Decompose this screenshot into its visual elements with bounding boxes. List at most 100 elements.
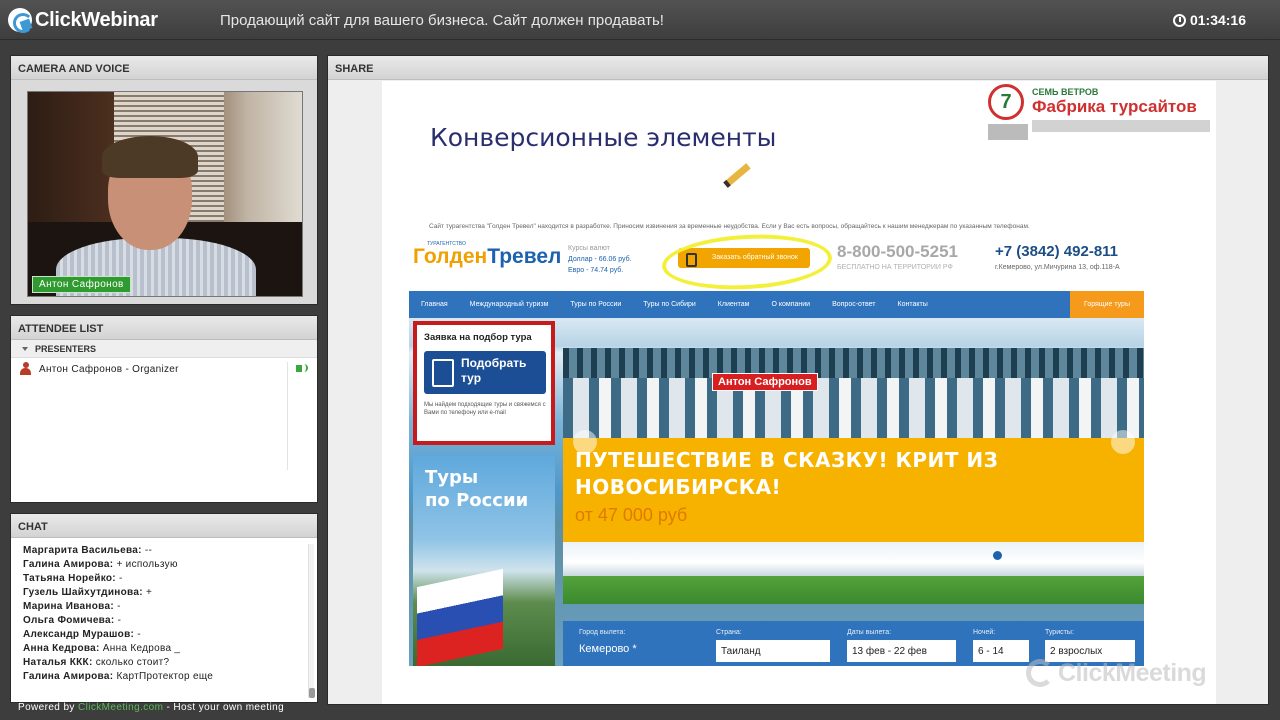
choose-tour-button: Подобрать тур [424, 351, 546, 394]
site-nav: Главная Международный туризм Туры по Рос… [409, 291, 1144, 318]
column-divider [287, 362, 288, 470]
camera-panel: CAMERA AND VOICE Антон Сафронов [10, 55, 318, 305]
chat-text: - [119, 573, 123, 584]
presenter-video[interactable] [27, 91, 303, 297]
rate-eur-value: - 74.74 руб. [586, 267, 624, 274]
phone-local: +7 (3842) 492-811 [995, 243, 1119, 260]
site-address: г.Кемерово, ул.Мичурина 13, оф.118-А [995, 264, 1120, 271]
chat-panel-header: CHAT [11, 514, 317, 538]
clickmeeting-watermark: ClickMeeting [1026, 659, 1207, 688]
chat-message: Гузель Шайхутдинова: + [23, 586, 317, 600]
clock-icon [1172, 13, 1186, 27]
clickmeeting-link[interactable]: ClickMeeting.com [78, 702, 163, 713]
attendee-row[interactable]: Антон Сафронов - Organizer [11, 358, 317, 380]
country-field: Таиланд [716, 640, 830, 662]
chat-author: Наталья ККК: [23, 657, 93, 668]
tour-request-note: Мы найдем подходящие туры и свяжемся с В… [424, 402, 546, 416]
chat-message: Наталья ККК: сколько стоит? [23, 656, 317, 670]
chat-author: Марина Иванова: [23, 601, 114, 612]
clickmeeting-logo-icon [1026, 659, 1054, 687]
brand-decoration [988, 124, 1028, 140]
logo-part-a: Голден [413, 245, 488, 268]
nights-label: Ночей: [973, 629, 996, 636]
speaker-icon[interactable] [296, 364, 308, 372]
person-icon [20, 362, 31, 375]
currency-rates: Курсы валют Доллар - 66.06 руб. Евро - 7… [568, 243, 632, 276]
chat-message: Галина Амирова: + использую [23, 558, 317, 572]
site-nav-item: Туры по Сибири [643, 301, 696, 308]
chat-message: Татьяна Норейко: - [23, 572, 317, 586]
chat-text: сколько стоит? [95, 657, 170, 668]
camera-panel-header: CAMERA AND VOICE [11, 56, 317, 80]
chat-panel: CHAT Маргарита Васильева: -- Галина Амир… [10, 513, 318, 703]
slide-title: Конверсионные элементы [430, 123, 777, 152]
pencil-icon [723, 163, 751, 188]
slider-dot-icon [993, 551, 1002, 560]
chat-author: Анна Кедрова: [23, 643, 100, 654]
share-panel-header: SHARE [328, 56, 1268, 80]
presenter-name-tag: Антон Сафронов [32, 276, 131, 293]
tour-request-box: Заявка на подбор тура Подобрать тур Мы на… [413, 321, 555, 445]
chat-author: Гузель Шайхутдинова: [23, 587, 143, 598]
session-timer: 01:34:16 [1172, 12, 1246, 28]
site-nav-item: Главная [421, 301, 448, 308]
banner-grass [563, 576, 1144, 604]
tour-request-title: Заявка на подбор тура [424, 332, 532, 343]
site-nav-item: Контакты [897, 301, 928, 308]
footer-prefix: Powered by [18, 702, 75, 713]
chat-text: КартПротектор еще [116, 671, 214, 682]
footer-suffix: - Host your own meeting [166, 702, 285, 713]
brand-name: Фабрика турсайтов [1032, 97, 1197, 116]
from-label: Город вылета: [579, 629, 626, 636]
chat-message: Галина Амирова: КартПротектор еще [23, 670, 317, 684]
webinar-title: Продающий сайт для вашего бизнеса. Сайт … [220, 12, 664, 29]
choose-tour-l1: Подобрать [461, 356, 527, 370]
chat-author: Маргарита Васильева: [23, 545, 142, 556]
chat-text: -- [144, 545, 153, 556]
banner-sky [563, 542, 1144, 576]
promo-line-1: ПУТЕШЕСТВИЕ В СКАЗКУ! КРИТ ИЗ [575, 448, 999, 472]
presenter-pointer-label: Антон Сафронов [712, 373, 818, 391]
russia-tours-box: Туры по России [413, 454, 555, 666]
chat-author: Ольга Фомичева: [23, 615, 115, 626]
top-bar: ClickWebinar Продающий сайт для вашего б… [0, 0, 1280, 40]
slider-prev-arrow-icon [573, 430, 597, 454]
app-brand: ClickWebinar [35, 8, 158, 31]
dates-field: 13 фев - 22 фев [847, 640, 956, 662]
chat-text: - [117, 601, 121, 612]
promo-line-2: НОВОСИБИРСКА! [575, 475, 782, 499]
footer: Powered by ClickMeeting.com - Host your … [18, 702, 284, 713]
chat-scrollbar[interactable] [308, 544, 315, 698]
rate-eur-label: Евро [568, 267, 585, 274]
russia-tours-title: Туры по России [425, 466, 528, 512]
phone-free: 8-800-500-5251 [837, 242, 958, 261]
chat-message: Александр Мурашов: - [23, 628, 317, 642]
chat-messages: Маргарита Васильева: -- Галина Амирова: … [11, 538, 317, 703]
brand-decoration [1032, 120, 1210, 132]
site-banner: ПУТЕШЕСТВИЕ В СКАЗКУ! КРИТ ИЗ НОВОСИБИРС… [409, 318, 1144, 666]
watermark-text: ClickMeeting [1058, 659, 1207, 687]
presenters-group-toggle[interactable]: PRESENTERS [11, 340, 317, 358]
clickwebinar-logo-icon [8, 8, 33, 33]
from-value: Кемерово * [579, 643, 637, 655]
chat-text: - [137, 629, 141, 640]
fabrika-logo-icon: 7 [988, 84, 1024, 120]
chat-author: Александр Мурашов: [23, 629, 135, 640]
attendee-panel: ATTENDEE LIST PRESENTERS Антон Сафронов … [10, 315, 318, 503]
country-label: Страна: [716, 629, 742, 636]
russia-l2: по России [425, 490, 529, 511]
promo-price: от 47 000 руб [575, 505, 688, 525]
chat-text: + использую [116, 559, 178, 570]
app-logo: ClickWebinar [8, 8, 158, 33]
site-nav-item: О компании [771, 301, 811, 308]
rate-usd-value: - 66.06 руб. [594, 256, 632, 263]
presenter-hair [102, 136, 198, 178]
russian-flag [417, 568, 503, 666]
shared-slide: Конверсионные элементы 7 СЕМЬ ВЕТРОВ Фаб… [382, 81, 1216, 704]
site-nav-item: Международный туризм [469, 301, 549, 308]
rate-usd-label: Доллар [568, 256, 593, 263]
rate-eur: Евро - 74.74 руб. [568, 265, 632, 276]
site-nav-item: Клиентам [717, 301, 750, 308]
chat-message: Марина Иванова: - [23, 600, 317, 614]
logo-part-b: Тревел [487, 245, 562, 268]
